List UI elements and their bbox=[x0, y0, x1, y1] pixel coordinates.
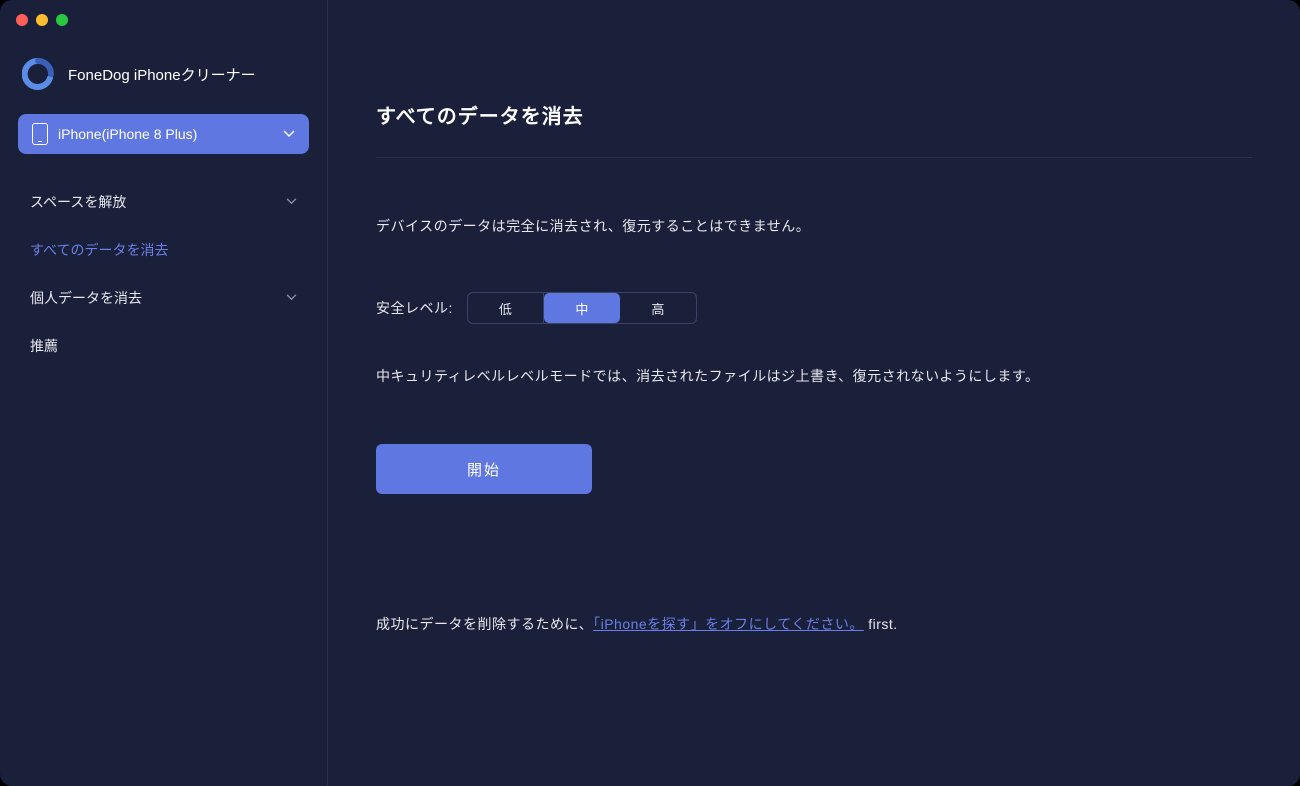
find-iphone-link[interactable]: 「iPhoneを探す」をオフにしてください。 bbox=[593, 616, 864, 632]
security-level-row: 安全レベル: 低 中 高 bbox=[376, 292, 1252, 324]
level-high-button[interactable]: 高 bbox=[620, 293, 696, 323]
device-label: iPhone(iPhone 8 Plus) bbox=[58, 126, 283, 142]
app-brand: FoneDog iPhoneクリーナー bbox=[0, 48, 327, 114]
nav-label: すべてのデータを消去 bbox=[30, 240, 168, 260]
nav-item-free-space[interactable]: スペースを解放 bbox=[18, 178, 309, 226]
note-suffix: first. bbox=[864, 616, 898, 632]
chevron-down-icon bbox=[286, 292, 297, 304]
main-content: すべてのデータを消去 デバイスのデータは完全に消去され、復元することはできません… bbox=[328, 0, 1300, 786]
minimize-window-button[interactable] bbox=[36, 14, 48, 26]
page-title: すべてのデータを消去 bbox=[376, 100, 1252, 158]
security-level-label: 安全レベル: bbox=[376, 298, 453, 318]
warning-text: デバイスのデータは完全に消去され、復元することはできません。 bbox=[376, 216, 1252, 236]
security-level-segmented: 低 中 高 bbox=[467, 292, 697, 324]
bottom-note: 成功にデータを削除するために、「iPhoneを探す」をオフにしてください。 fi… bbox=[376, 614, 1252, 634]
nav-item-erase-private[interactable]: 個人データを消去 bbox=[18, 274, 309, 322]
app-logo-icon bbox=[22, 58, 54, 90]
level-description: 中キュリティレベルレベルモードでは、消去されたファイルはジ上書き、復元されないよ… bbox=[376, 366, 1252, 386]
app-window: FoneDog iPhoneクリーナー iPhone(iPhone 8 Plus… bbox=[0, 0, 1300, 786]
phone-icon bbox=[32, 123, 48, 145]
chevron-down-icon bbox=[283, 127, 295, 141]
nav-label: 推薦 bbox=[30, 336, 58, 356]
level-low-button[interactable]: 低 bbox=[468, 293, 544, 323]
window-controls bbox=[16, 14, 68, 26]
level-mid-button[interactable]: 中 bbox=[544, 293, 620, 323]
nav-label: 個人データを消去 bbox=[30, 288, 142, 308]
nav-section: スペースを解放 すべてのデータを消去 個人データを消去 推薦 bbox=[0, 154, 327, 370]
app-title: FoneDog iPhoneクリーナー bbox=[68, 64, 256, 85]
sidebar: FoneDog iPhoneクリーナー iPhone(iPhone 8 Plus… bbox=[0, 0, 328, 786]
nav-item-erase-all[interactable]: すべてのデータを消去 bbox=[18, 226, 309, 274]
nav-label: スペースを解放 bbox=[30, 192, 126, 212]
start-button[interactable]: 開始 bbox=[376, 444, 592, 494]
maximize-window-button[interactable] bbox=[56, 14, 68, 26]
device-selector[interactable]: iPhone(iPhone 8 Plus) bbox=[18, 114, 309, 154]
chevron-down-icon bbox=[286, 196, 297, 208]
close-window-button[interactable] bbox=[16, 14, 28, 26]
nav-item-recommend[interactable]: 推薦 bbox=[18, 322, 309, 370]
note-prefix: 成功にデータを削除するために、 bbox=[376, 616, 593, 632]
